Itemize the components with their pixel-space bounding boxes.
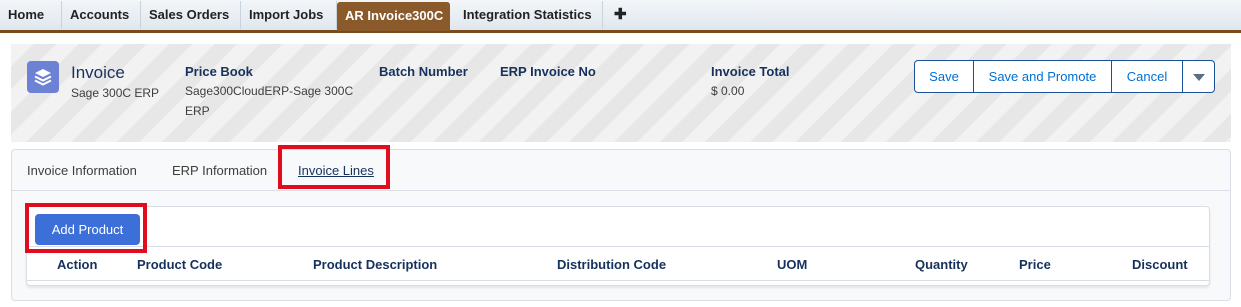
price-book-value-line1: Sage300CloudERP-Sage 300C [185, 84, 354, 98]
nav-tab-home[interactable]: Home [0, 1, 62, 29]
invoice-total-label: Invoice Total [711, 64, 790, 79]
add-product-button[interactable]: Add Product [35, 214, 140, 245]
nav-tab-integration-statistics[interactable]: Integration Statistics [455, 1, 603, 29]
column-header-uom: UOM [777, 257, 808, 272]
record-header: Invoice Sage 300C ERP Price Book Sage300… [11, 44, 1231, 142]
column-header-action: Action [57, 257, 98, 272]
nav-tab-accounts[interactable]: Accounts [62, 1, 141, 29]
top-nav-bar: Home Accounts Sales Orders Import Jobs A… [0, 0, 1241, 33]
column-header-discount: Discount [1132, 257, 1188, 272]
detail-tab-bar: Invoice Information ERP Information Invo… [12, 150, 1230, 191]
record-detail-panel: Invoice Information ERP Information Invo… [11, 149, 1231, 301]
tab-invoice-lines[interactable]: Invoice Lines [298, 163, 374, 178]
column-header-quantity: Quantity [915, 257, 968, 272]
invoice-lines-card: Add Product Action Product Code Product … [26, 206, 1210, 286]
column-header-product-code: Product Code [137, 257, 223, 272]
tab-invoice-information[interactable]: Invoice Information [27, 163, 137, 178]
batch-number-label: Batch Number [379, 64, 468, 79]
chevron-down-icon [1192, 74, 1205, 82]
header-action-buttons: Save Save and Promote Cancel [914, 60, 1215, 93]
tab-erp-information[interactable]: ERP Information [172, 163, 267, 178]
invoice-lines-table-header: Action Product Code Product Description … [27, 246, 1209, 281]
more-actions-dropdown[interactable] [1183, 61, 1214, 92]
save-button[interactable]: Save [915, 61, 974, 92]
price-book-value-line2: ERP [185, 104, 210, 118]
object-title: Invoice [71, 63, 125, 82]
column-header-price: Price [1019, 257, 1051, 272]
nav-tab-import-jobs[interactable]: Import Jobs [241, 1, 337, 29]
column-header-product-description: Product Description [313, 257, 438, 272]
invoice-total-value: $ 0.00 [711, 84, 745, 98]
save-and-promote-button[interactable]: Save and Promote [974, 61, 1112, 92]
nav-tab-ar-invoice300c[interactable]: AR Invoice300C [337, 2, 450, 31]
column-header-distribution-code: Distribution Code [557, 257, 667, 272]
object-subtitle: Sage 300C ERP [71, 86, 160, 100]
nav-tab-sales-orders[interactable]: Sales Orders [141, 1, 241, 29]
add-tab-plus-icon[interactable]: ✚ [607, 1, 637, 29]
erp-invoice-no-label: ERP Invoice No [500, 64, 596, 79]
price-book-label: Price Book [185, 64, 253, 79]
layers-icon [27, 61, 59, 93]
cancel-button[interactable]: Cancel [1112, 61, 1183, 92]
